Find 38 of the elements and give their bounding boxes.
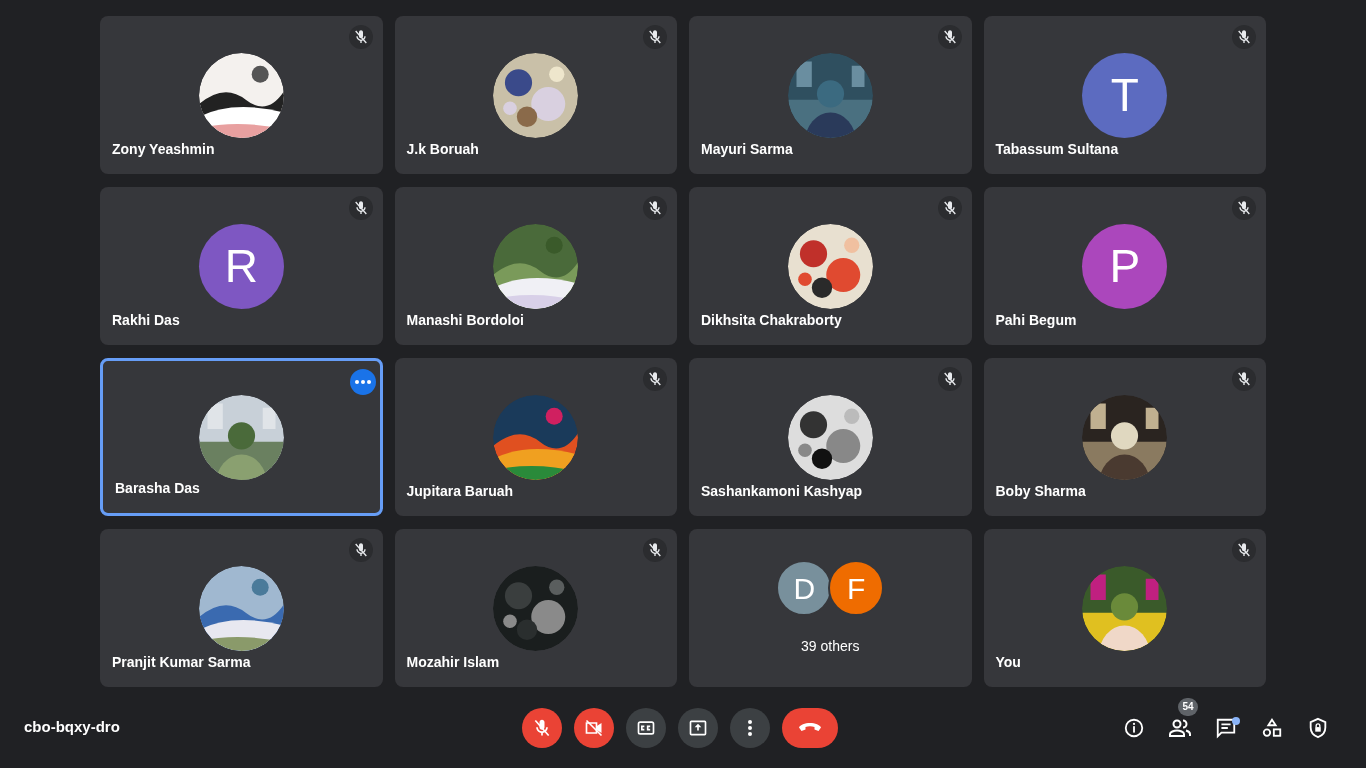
more-options-button[interactable] (349, 369, 376, 395)
end-call-button[interactable] (782, 707, 838, 748)
camera-button[interactable] (574, 707, 614, 748)
participant-name: Dikhsita Chakraborty (701, 311, 842, 330)
microphone-button[interactable] (522, 707, 562, 748)
avatar-letter: F (828, 560, 885, 616)
participant-name: Mayuri Sarma (701, 140, 793, 159)
participant-name: Pahi Begum (995, 311, 1077, 330)
info-icon (1123, 716, 1145, 739)
shield-lock-icon (1307, 716, 1329, 739)
more-vertical-icon (748, 719, 752, 736)
participant-name: J.k Boruah (406, 140, 479, 159)
mic-off-icon (532, 717, 552, 738)
more-icon (354, 380, 371, 384)
participant-name: Tabassum Sultana (995, 140, 1119, 159)
participant-count-badge: 54 (1178, 697, 1198, 716)
participant-name: Zony Yeashmin (112, 140, 215, 159)
participant-name: Rakhi Das (112, 311, 180, 330)
participant-name: Sashankamoni Kashyap (701, 482, 863, 501)
camera-off-icon (584, 717, 604, 738)
more-options-button[interactable] (730, 707, 770, 748)
participant-name: Boby Sharma (995, 482, 1086, 501)
hang-up-icon (798, 721, 822, 734)
participant-name: Mozahir Islam (406, 653, 500, 672)
avatar-letter: R (198, 224, 284, 309)
avatar-letter: P (1082, 224, 1168, 309)
meeting-code: cbo-bqxy-dro (24, 717, 121, 738)
present-button[interactable] (678, 707, 718, 748)
participant-name: Pranjit Kumar Sarma (112, 653, 251, 672)
shapes-icon (1261, 716, 1283, 739)
participant-name: Jupitara Baruah (406, 482, 514, 501)
avatar-letter: T (1082, 53, 1168, 138)
chat-icon (1215, 716, 1237, 739)
captions-button[interactable] (626, 707, 666, 748)
participant-name: Barasha Das (115, 479, 200, 498)
participant-name: Manashi Bordoloi (406, 311, 524, 330)
others-count: 39 others (801, 637, 860, 656)
participant-name: You (995, 653, 1021, 672)
